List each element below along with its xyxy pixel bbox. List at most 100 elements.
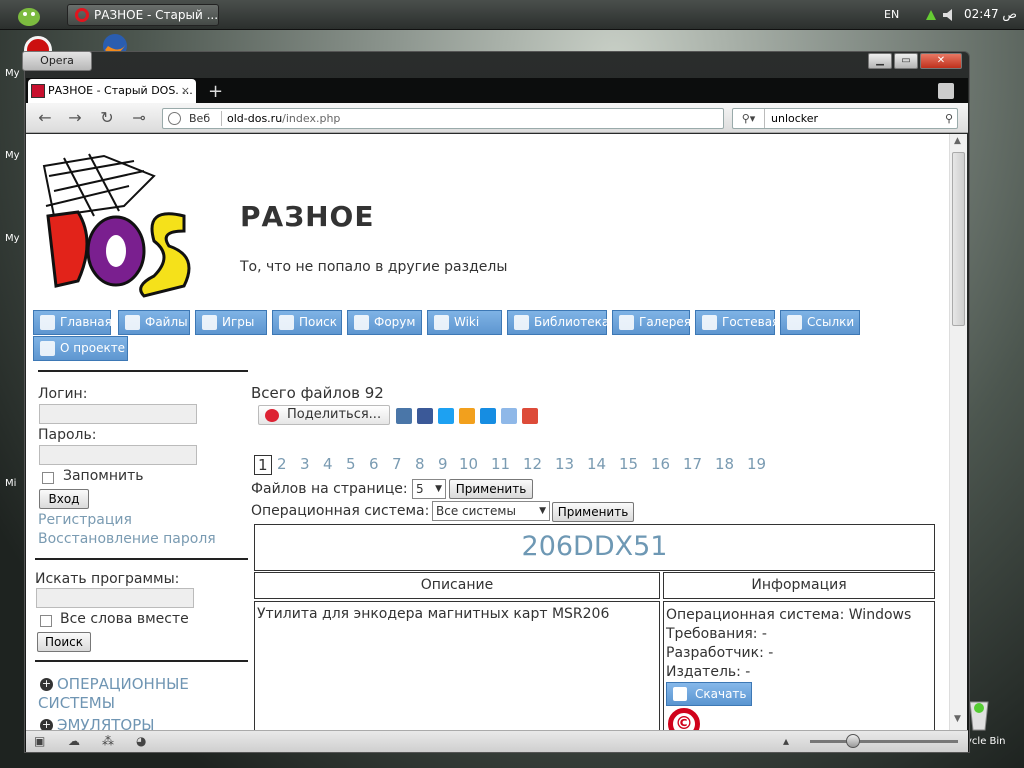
tab-active[interactable]: РАЗНОЕ - Старый DOS. ... × xyxy=(28,79,196,103)
download-button[interactable]: Скачать xyxy=(666,682,752,706)
new-tab-button[interactable]: + xyxy=(208,81,223,102)
remember-checkbox[interactable] xyxy=(42,472,54,484)
description-cell: Утилита для энкодера магнитных карт MSR2… xyxy=(254,601,660,730)
googleplus-icon[interactable] xyxy=(522,408,538,424)
all-words-label: Все слова вместе xyxy=(60,611,189,627)
vk-icon[interactable] xyxy=(396,408,412,424)
tab-close-icon[interactable]: × xyxy=(181,79,190,103)
nav-search[interactable]: Поиск xyxy=(272,310,342,335)
category-link[interactable]: ОПЕРАЦИОННЫЕ xyxy=(57,675,189,693)
search-button[interactable]: Поиск xyxy=(37,632,91,652)
page-link[interactable]: 11 xyxy=(491,455,510,473)
page-link[interactable]: 5 xyxy=(346,455,356,473)
clock-ampm: ص xyxy=(1002,7,1017,21)
page-link[interactable]: 4 xyxy=(323,455,333,473)
page-link[interactable]: 8 xyxy=(415,455,425,473)
share-button[interactable]: Поделиться... xyxy=(258,405,390,425)
search-engine-selector[interactable]: ⚲▾ xyxy=(733,109,765,128)
close-window-button[interactable]: ✕ xyxy=(920,53,962,69)
page-link[interactable]: 2 xyxy=(277,455,287,473)
nav-library[interactable]: Библиотека xyxy=(507,310,609,335)
zoom-slider-knob[interactable] xyxy=(846,734,860,748)
facebook-icon[interactable] xyxy=(417,408,433,424)
network-icon[interactable] xyxy=(924,7,938,21)
page-link[interactable]: 18 xyxy=(715,455,734,473)
login-input[interactable] xyxy=(39,404,197,424)
reload-icon[interactable]: ↻ xyxy=(96,107,118,129)
opera-menu-button[interactable]: Opera xyxy=(22,51,92,71)
search-icon[interactable]: ⚲ xyxy=(945,109,953,128)
key-icon[interactable]: ⊸ xyxy=(128,107,150,129)
taskbar-opera-item[interactable]: РАЗНОЕ - Старый ... xyxy=(67,4,219,26)
category-link-continuation[interactable]: СИСТЕМЫ xyxy=(38,694,115,712)
page-link[interactable]: 7 xyxy=(392,455,402,473)
page-link[interactable]: 19 xyxy=(747,455,766,473)
program-title[interactable]: 206DDX51 xyxy=(254,524,935,571)
search-field[interactable]: ⚲▾ unlocker ⚲ xyxy=(732,108,958,129)
page-link[interactable]: 9 xyxy=(438,455,448,473)
back-icon[interactable]: ← xyxy=(34,107,56,129)
all-words-checkbox[interactable] xyxy=(40,615,52,627)
twitter-icon[interactable] xyxy=(438,408,454,424)
zoom-out-icon[interactable]: ▴ xyxy=(783,734,799,748)
apply-per-page-button[interactable]: Применить xyxy=(449,479,533,499)
nav-about[interactable]: О проекте xyxy=(33,336,128,361)
page-link[interactable]: 12 xyxy=(523,455,542,473)
odnoklassniki-icon[interactable] xyxy=(459,408,475,424)
page-link[interactable]: 13 xyxy=(555,455,574,473)
page-scrollbar[interactable]: ▲ ▼ xyxy=(949,134,967,730)
page-link[interactable]: 10 xyxy=(459,455,478,473)
nav-gallery[interactable]: Галерея xyxy=(612,310,691,335)
closed-tabs-trash-icon[interactable] xyxy=(938,83,954,99)
page-link[interactable]: 14 xyxy=(587,455,606,473)
start-orb-icon[interactable] xyxy=(14,3,46,27)
per-page-label: Файлов на странице: xyxy=(251,481,408,497)
livejournal-icon[interactable] xyxy=(501,408,517,424)
taskbar: РАЗНОЕ - Старый ... EN 02:47 ص xyxy=(0,0,1024,30)
turbo-icon[interactable]: ⁂ xyxy=(102,734,118,748)
nav-files[interactable]: Файлы xyxy=(118,310,190,335)
maximize-button[interactable]: ▭ xyxy=(894,53,918,69)
nav-forum[interactable]: Форум xyxy=(347,310,422,335)
os-filter-select[interactable]: Все системы ▼ xyxy=(432,501,550,521)
scroll-thumb[interactable] xyxy=(952,152,965,326)
volume-icon[interactable] xyxy=(942,7,956,21)
site-logo[interactable] xyxy=(34,146,199,304)
page-link[interactable]: 16 xyxy=(651,455,670,473)
forum-icon xyxy=(354,315,369,330)
language-indicator[interactable]: EN xyxy=(884,8,899,21)
category-link[interactable]: ЭМУЛЯТОРЫ xyxy=(57,716,155,730)
login-button[interactable]: Вход xyxy=(39,489,89,509)
url-field[interactable]: Веб old-dos.ru/index.php xyxy=(162,108,724,129)
nav-games[interactable]: Игры xyxy=(195,310,267,335)
os-filter-label: Операционная система: xyxy=(251,503,430,519)
register-link[interactable]: Регистрация xyxy=(38,512,132,528)
nav-home[interactable]: Главная xyxy=(33,310,112,335)
forward-icon[interactable]: → xyxy=(64,107,86,129)
page-link[interactable]: 15 xyxy=(619,455,638,473)
page-link[interactable]: 17 xyxy=(683,455,702,473)
nav-guestbook[interactable]: Гостевая xyxy=(695,310,779,335)
speed-dial-icon[interactable]: ◕ xyxy=(136,734,152,748)
password-input[interactable] xyxy=(39,445,197,465)
restore-password-link[interactable]: Восстановление пароля xyxy=(38,531,216,547)
per-page-select[interactable]: 5 ▼ xyxy=(412,479,446,499)
expand-icon[interactable]: + xyxy=(40,678,53,691)
zoom-slider[interactable] xyxy=(810,740,958,743)
page-link[interactable]: 3 xyxy=(300,455,310,473)
panel-toggle-icon[interactable]: ▣ xyxy=(34,734,50,748)
clock[interactable]: 02:47 ص xyxy=(964,7,1017,21)
page-link[interactable]: 6 xyxy=(369,455,379,473)
mailru-icon[interactable] xyxy=(480,408,496,424)
cloud-sync-icon[interactable]: ☁ xyxy=(68,734,84,748)
apply-os-button[interactable]: Применить xyxy=(552,502,634,522)
info-cell: Операционная система: Windows Требования… xyxy=(663,601,935,730)
nav-links[interactable]: Ссылки xyxy=(780,310,860,335)
nav-wiki[interactable]: Wiki xyxy=(427,310,502,335)
expand-icon[interactable]: + xyxy=(40,719,53,730)
divider xyxy=(38,370,248,372)
minimize-button[interactable]: ▁ xyxy=(868,53,892,69)
scroll-down-icon[interactable]: ▼ xyxy=(954,714,961,724)
program-search-input[interactable] xyxy=(36,588,194,608)
scroll-up-icon[interactable]: ▲ xyxy=(954,136,961,146)
